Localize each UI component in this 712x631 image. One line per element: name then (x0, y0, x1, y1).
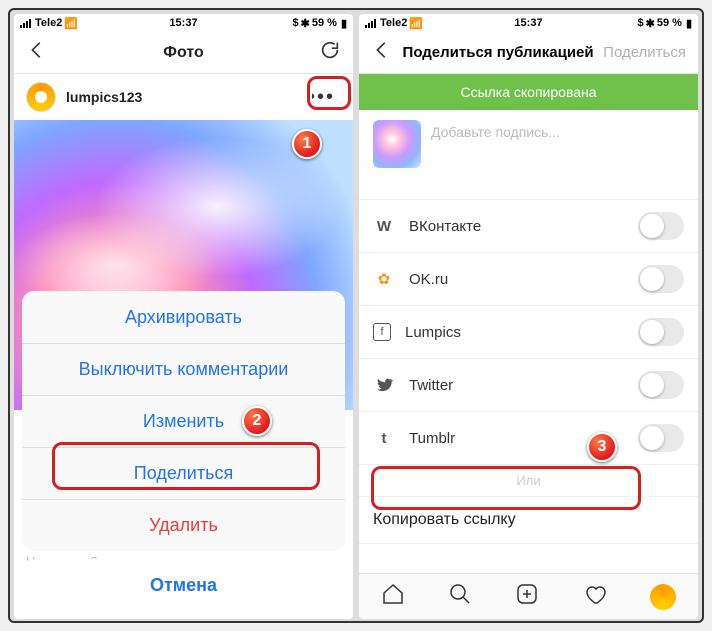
toggle-tumblr[interactable] (638, 424, 684, 452)
tab-activity[interactable] (583, 582, 607, 611)
caption-input[interactable]: Добавьте подпись... (431, 120, 684, 140)
page-title: Поделиться публикацией (403, 44, 594, 61)
toggle-vk[interactable] (638, 212, 684, 240)
vk-icon: W (373, 215, 395, 237)
bluetooth-icon: $ (293, 17, 299, 29)
signal-icon (365, 19, 376, 28)
tab-home[interactable] (381, 582, 405, 611)
battery-icon: ▮ (341, 17, 347, 30)
battery-icon: ▮ (686, 17, 692, 30)
sheet-delete[interactable]: Удалить (22, 499, 345, 551)
share-label: ВКонтакте (409, 218, 624, 235)
share-row-twitter: Twitter (359, 359, 698, 412)
callout-1: 1 (292, 129, 322, 159)
toggle-lumpics[interactable] (638, 318, 684, 346)
share-label: Twitter (409, 377, 624, 394)
post-header: lumpics123 ••• (14, 74, 353, 120)
back-button[interactable] (371, 39, 393, 66)
carrier-label: Tele2 (380, 17, 407, 29)
nav-bar: Поделиться публикацией Поделиться (359, 32, 698, 74)
bluetooth-icon: ✱ (646, 17, 655, 30)
avatar[interactable] (26, 82, 56, 112)
phone-left: Tele2 📶 15:37 $ ✱ 59 % ▮ Фото lumpics123 (14, 14, 353, 619)
caption-row: Добавьте подпись... (359, 110, 698, 200)
twitter-icon (373, 374, 395, 396)
sheet-archive[interactable]: Архивировать (22, 291, 345, 343)
bluetooth-icon: ✱ (301, 17, 310, 30)
post-thumbnail (373, 120, 421, 168)
page-title: Фото (163, 44, 203, 62)
status-bar: Tele2 📶 15:37 $ ✱ 59 % ▮ (14, 14, 353, 32)
lumpics-icon: f (373, 323, 391, 341)
status-time: 15:37 (514, 17, 542, 29)
share-row-tumblr: t Tumblr (359, 412, 698, 465)
tumblr-icon: t (373, 427, 395, 449)
toggle-ok[interactable] (638, 265, 684, 293)
share-action[interactable]: Поделиться (603, 44, 686, 61)
or-divider: Или (359, 465, 698, 496)
tab-new-post[interactable] (515, 582, 539, 611)
share-row-lumpics: f Lumpics (359, 306, 698, 359)
share-row-ok: ✿ OK.ru (359, 253, 698, 306)
sheet-comments-off[interactable]: Выключить комментарии (22, 343, 345, 395)
callout-3: 3 (587, 432, 617, 462)
battery-label: 59 % (312, 17, 337, 29)
tab-bar (359, 573, 698, 619)
sheet-share[interactable]: Поделиться (22, 447, 345, 499)
more-options-button[interactable]: ••• (302, 84, 341, 111)
wifi-icon: 📶 (409, 17, 423, 30)
refresh-button[interactable] (319, 39, 341, 66)
back-button[interactable] (26, 39, 48, 66)
share-networks: W ВКонтакте ✿ OK.ru f Lumpics Twitter (359, 200, 698, 465)
share-row-vk: W ВКонтакте (359, 200, 698, 253)
bluetooth-icon: $ (638, 17, 644, 29)
sheet-edit[interactable]: Изменить (22, 395, 345, 447)
status-time: 15:37 (169, 17, 197, 29)
copy-link-row[interactable]: Копировать ссылку (359, 496, 698, 544)
wifi-icon: 📶 (64, 17, 78, 30)
toast-copied: Ссылка скопирована (359, 74, 698, 110)
action-sheet: Архивировать Выключить комментарии Измен… (22, 291, 345, 611)
ok-icon: ✿ (373, 268, 395, 290)
share-label: Lumpics (405, 324, 624, 341)
tab-profile[interactable] (650, 584, 676, 610)
username-label[interactable]: lumpics123 (66, 89, 142, 105)
sheet-cancel[interactable]: Отмена (22, 559, 345, 611)
carrier-label: Tele2 (35, 17, 62, 29)
status-bar: Tele2 📶 15:37 $ ✱ 59 % ▮ (359, 14, 698, 32)
phone-right: Tele2 📶 15:37 $ ✱ 59 % ▮ Поделиться публ… (359, 14, 698, 619)
share-label: OK.ru (409, 271, 624, 288)
callout-2: 2 (242, 406, 272, 436)
toggle-twitter[interactable] (638, 371, 684, 399)
signal-icon (20, 19, 31, 28)
tab-search[interactable] (448, 582, 472, 611)
battery-label: 59 % (657, 17, 682, 29)
nav-bar: Фото (14, 32, 353, 74)
